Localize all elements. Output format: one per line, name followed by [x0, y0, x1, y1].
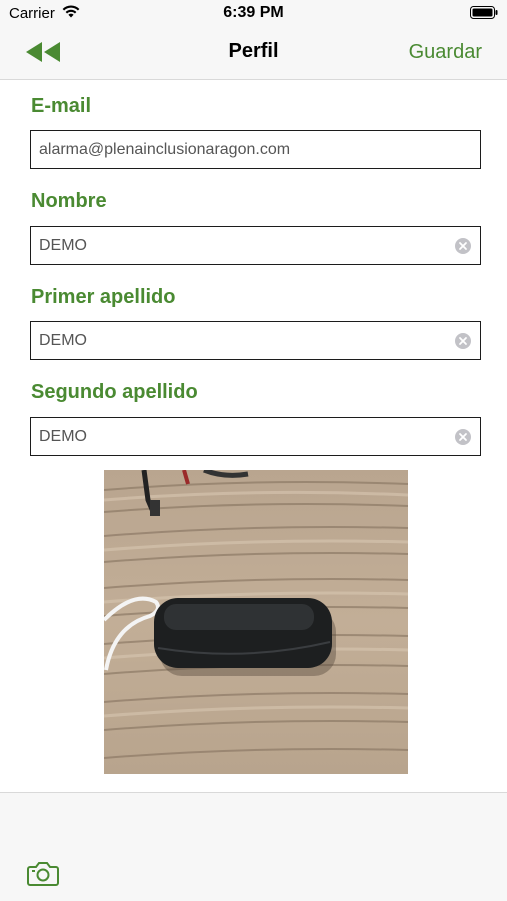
navigation-bar: Perfil Guardar [0, 26, 507, 80]
segundo-apellido-field[interactable]: DEMO [30, 417, 481, 456]
primer-apellido-field[interactable]: DEMO [30, 321, 481, 360]
bottom-toolbar [0, 792, 507, 901]
nombre-value: DEMO [39, 237, 87, 254]
primer-apellido-label: Primer apellido [31, 286, 176, 308]
segundo-apellido-label: Segundo apellido [31, 381, 198, 403]
clear-icon[interactable] [455, 333, 471, 349]
email-value: alarma@plenainclusionaragon.com [39, 141, 291, 158]
primer-apellido-value: DEMO [39, 332, 87, 349]
segundo-apellido-value: DEMO [39, 428, 87, 445]
battery-icon [470, 6, 498, 19]
camera-icon[interactable] [27, 860, 59, 886]
nombre-field[interactable]: DEMO [30, 226, 481, 265]
email-field[interactable]: alarma@plenainclusionaragon.com [30, 130, 481, 169]
status-time: 6:39 PM [223, 4, 284, 21]
profile-photo[interactable] [104, 470, 408, 774]
clear-icon[interactable] [455, 429, 471, 445]
clear-icon[interactable] [455, 238, 471, 254]
nombre-label: Nombre [31, 190, 107, 212]
email-label: E-mail [31, 95, 92, 117]
status-bar: Carrier 6:39 PM [0, 0, 507, 26]
save-button[interactable]: Guardar [409, 41, 482, 64]
